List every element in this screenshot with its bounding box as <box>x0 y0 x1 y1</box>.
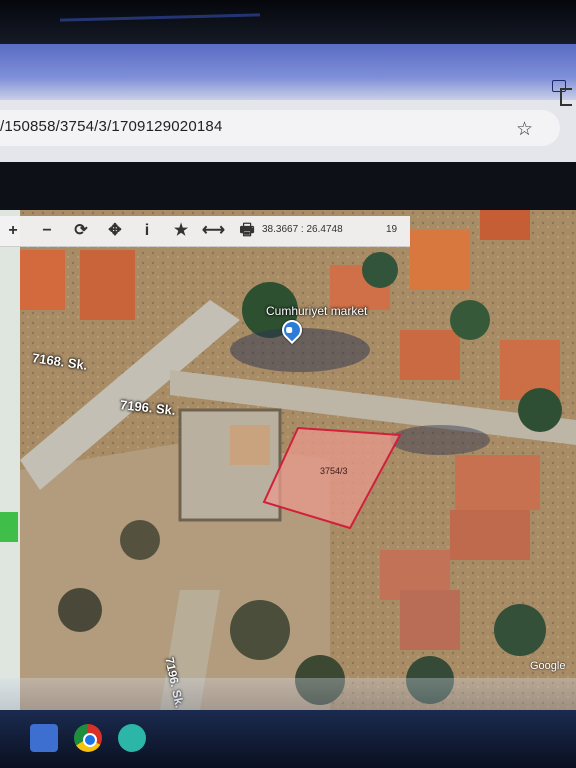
browser-chrome: /150858/3754/3/1709129020184 ☆ <box>0 44 576 162</box>
zoom-out-button[interactable]: − <box>36 220 58 242</box>
zoom-in-button[interactable]: + <box>2 220 24 242</box>
measure-button[interactable]: ⟷ <box>202 220 225 242</box>
screen-glare-band <box>0 162 576 210</box>
url-text[interactable]: /150858/3754/3/1709129020184 <box>0 118 223 135</box>
map-toolbar: + − ⟳ ✥ i ★ ⟷ 🖶 38.3667 : 26.4748 19 <box>0 216 410 247</box>
map-footer-strip <box>0 678 576 710</box>
os-taskbar <box>0 710 576 768</box>
parcel-label: 3754/3 <box>320 466 348 476</box>
side-panel-icon[interactable] <box>560 88 572 106</box>
tab-strip <box>0 44 576 100</box>
mail-app-icon[interactable] <box>30 724 58 752</box>
map-viewport[interactable] <box>0 210 576 710</box>
pan-button[interactable]: ✥ <box>104 220 126 242</box>
favorite-button[interactable]: ★ <box>170 220 192 242</box>
satellite-imagery <box>0 210 576 710</box>
zoom-level: 19 <box>386 224 398 235</box>
monitor-bezel <box>0 0 576 44</box>
poi-label[interactable]: Cumhuriyet market <box>266 304 367 318</box>
bezel-reflection <box>59 13 261 22</box>
map-side-panel <box>0 210 20 710</box>
address-bar[interactable]: /150858/3754/3/1709129020184 ☆ <box>0 110 560 146</box>
coordinate-readout: 38.3667 : 26.4748 <box>262 224 343 235</box>
chrome-icon[interactable] <box>74 724 102 752</box>
map-attribution: Google <box>530 660 566 672</box>
star-icon[interactable]: ☆ <box>516 118 533 141</box>
refresh-button[interactable]: ⟳ <box>70 220 92 242</box>
panel-toggle-tab[interactable] <box>0 512 18 542</box>
print-button[interactable]: 🖶 <box>236 220 258 242</box>
info-button[interactable]: i <box>136 220 158 242</box>
edge-icon[interactable] <box>118 724 146 752</box>
